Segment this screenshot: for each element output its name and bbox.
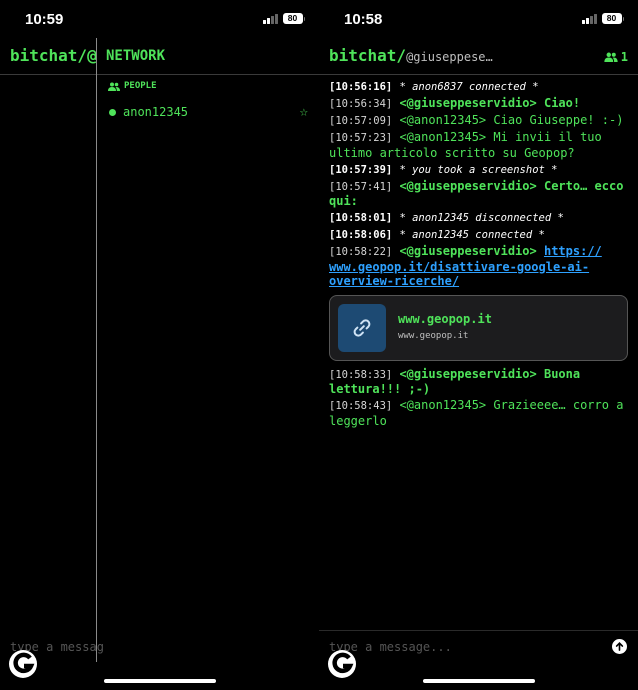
- people-button[interactable]: 1: [604, 50, 628, 64]
- system-message: [10:58:01] * anon12345 disconnected *: [329, 210, 628, 226]
- message-sender[interactable]: <@anon12345>: [399, 130, 486, 144]
- header-divider: [319, 74, 638, 75]
- system-text: * you took a screenshot *: [399, 163, 558, 176]
- people-section-label: PEOPLE: [124, 81, 157, 91]
- message-sender[interactable]: <@anon12345>: [399, 398, 486, 412]
- message-timestamp: [10:56:34]: [329, 98, 393, 110]
- header-title[interactable]: bitchat/@g: [10, 46, 106, 65]
- left-screen: 10:59 80 bitchat/@g NETWORK PEOPLE anon1…: [0, 0, 319, 690]
- message-timestamp: [10:58:22]: [329, 246, 393, 258]
- people-icon: [108, 82, 120, 91]
- drawer-divider: [97, 74, 319, 75]
- status-bar: 10:58 80: [319, 0, 638, 38]
- message-timestamp: [10:58:33]: [329, 368, 393, 381]
- message-timestamp: [10:57:09]: [329, 115, 393, 127]
- channel-header[interactable]: bitchat/@giuseppese…: [329, 46, 493, 65]
- message-timestamp: [10:57:39]: [329, 163, 393, 176]
- network-drawer: NETWORK PEOPLE anon12345 ☆: [96, 38, 319, 662]
- link-preview-card[interactable]: www.geopop.it www.geopop.it: [329, 294, 628, 361]
- message-sender[interactable]: <@anon12345>: [399, 113, 486, 127]
- system-text: * anon12345 connected *: [399, 229, 545, 241]
- people-count: 1: [620, 50, 628, 64]
- drawer-title: NETWORK: [106, 48, 166, 64]
- right-screen: 10:58 80 bitchat/@giuseppese… 1 [10:56:1…: [319, 0, 638, 690]
- system-message: [10:57:39] * you took a screenshot *: [329, 162, 628, 178]
- battery-icon: 80: [601, 13, 624, 24]
- battery-icon: 80: [282, 13, 305, 24]
- message-sender[interactable]: <@giuseppeservidio>: [399, 244, 536, 258]
- online-dot-icon: [109, 108, 116, 116]
- grammarly-icon[interactable]: [327, 648, 357, 680]
- send-button[interactable]: [612, 639, 627, 654]
- message-sender[interactable]: <@giuseppeservidio>: [399, 179, 536, 193]
- chat-message: [10:58:43] <@anon12345> Grazieeee… corro…: [329, 398, 628, 428]
- system-icons: 80: [263, 13, 305, 24]
- battery-level: 80: [601, 13, 622, 24]
- star-outline-icon[interactable]: ☆: [300, 104, 308, 120]
- status-bar: 10:59 80: [0, 0, 319, 38]
- chat-message: [10:58:22] <@giuseppeservidio> https:// …: [329, 244, 628, 289]
- people-section-header: PEOPLE: [108, 81, 157, 91]
- peer-item[interactable]: anon12345 ☆: [109, 104, 308, 120]
- system-message: [10:58:06] * anon12345 connected *: [329, 227, 628, 243]
- chat-message: [10:57:09] <@anon12345> Ciao Giuseppe! :…: [329, 113, 628, 129]
- system-text: * anon12345 disconnected *: [399, 212, 564, 224]
- message-text: Ciao!: [543, 96, 581, 110]
- signal-icon: [582, 13, 597, 24]
- home-indicator[interactable]: [103, 679, 216, 683]
- link-preview-title: www.geopop.it: [398, 311, 492, 326]
- message-timestamp: [10:58:43]: [329, 400, 393, 412]
- grammarly-icon[interactable]: [8, 648, 38, 680]
- status-time: 10:59: [25, 11, 64, 28]
- system-message: [10:56:16] * anon6837 connected *: [329, 79, 628, 95]
- message-timestamp: [10:57:23]: [329, 132, 393, 144]
- signal-icon: [263, 13, 278, 24]
- status-time: 10:58: [344, 11, 383, 28]
- message-timestamp: [10:58:06]: [329, 229, 393, 241]
- message-timestamp: [10:56:16]: [329, 81, 393, 93]
- peer-name: anon12345: [123, 105, 189, 119]
- chat-message: [10:58:33] <@giuseppeservidio> Buona let…: [329, 367, 628, 397]
- message-sender[interactable]: <@giuseppeservidio>: [399, 367, 536, 381]
- link-preview-thumbnail: [338, 303, 386, 352]
- battery-level: 80: [282, 13, 303, 24]
- system-text: * anon6837 connected *: [399, 81, 539, 93]
- chat-message: [10:56:34] <@giuseppeservidio> Ciao!: [329, 96, 628, 112]
- message-text: Ciao Giuseppe! :-): [493, 113, 624, 127]
- system-icons: 80: [582, 13, 624, 24]
- message-timestamp: [10:58:01]: [329, 212, 393, 224]
- chat-message: [10:57:41] <@giuseppeservidio> Certo… ec…: [329, 179, 628, 209]
- nickname[interactable]: @giuseppese…: [406, 50, 493, 64]
- people-icon: [604, 52, 618, 62]
- app-title: bitchat/: [329, 46, 407, 65]
- home-indicator[interactable]: [422, 679, 535, 683]
- arrow-up-icon: [615, 642, 624, 651]
- message-timestamp: [10:57:41]: [329, 180, 393, 193]
- chat-message: [10:57:23] <@anon12345> Mi invii il tuo …: [329, 130, 628, 160]
- message-sender[interactable]: <@giuseppeservidio>: [399, 96, 536, 110]
- message-list: [10:56:16] * anon6837 connected * [10:56:…: [329, 79, 628, 430]
- input-divider: [319, 630, 638, 631]
- link-icon: [353, 318, 371, 337]
- link-preview-domain: www.geopop.it: [398, 331, 469, 341]
